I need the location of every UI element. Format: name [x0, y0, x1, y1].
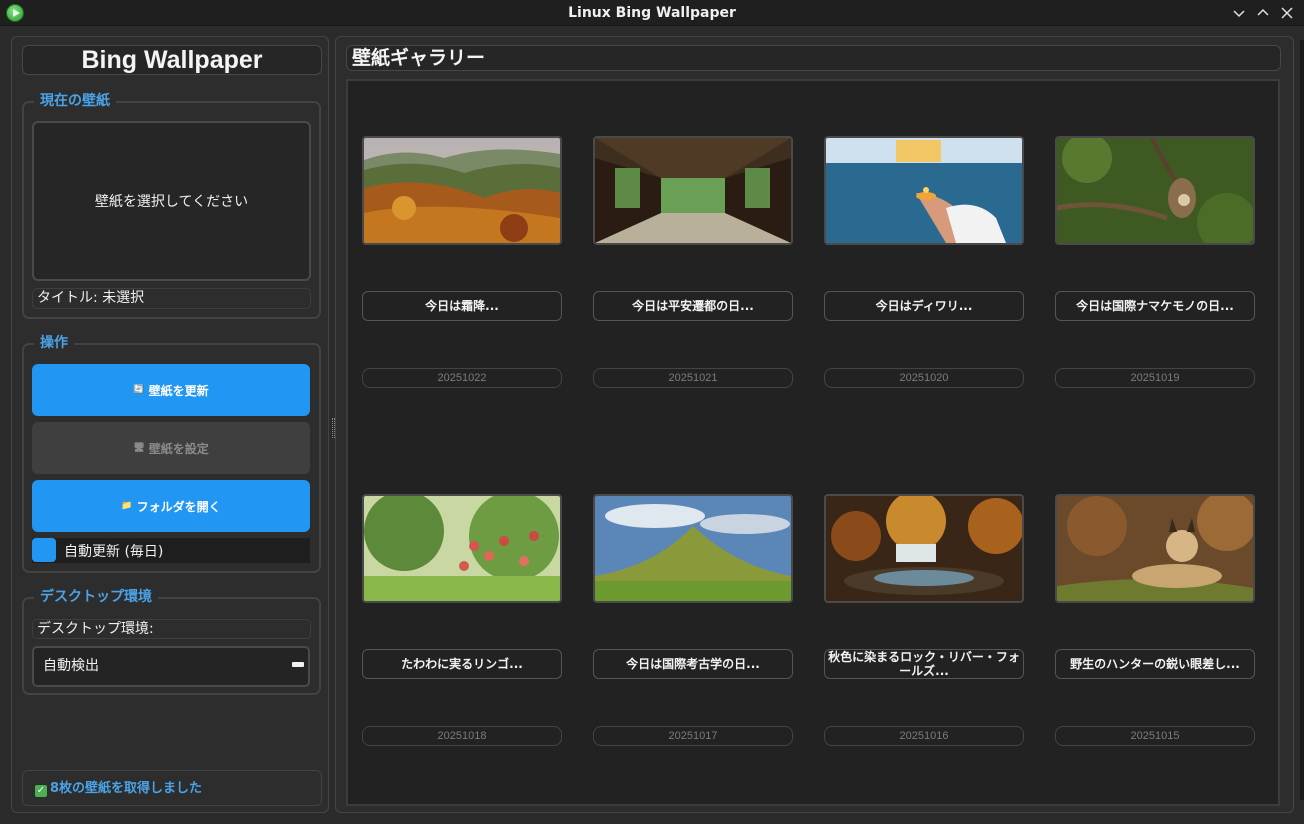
preview-placeholder: 壁紙を選択してください	[94, 194, 249, 210]
wallpaper-title: 秋色に染まるロック・リバー・フォールズ...	[824, 649, 1024, 679]
window-titlebar: Linux Bing Wallpaper	[0, 0, 1304, 26]
wallpaper-date: 20251018	[362, 726, 562, 746]
actions-group: 操作 🔄 壁紙を更新 🖥 壁紙を設定 📁 フォルダを開く 自動更新 (毎日)	[22, 334, 321, 573]
open-folder-label: フォルダを開く	[136, 499, 221, 514]
dropdown-icon	[292, 662, 304, 667]
wallpaper-title: 今日はディワリ...	[824, 291, 1024, 321]
wallpaper-date: 20251019	[1055, 368, 1255, 388]
wallpaper-thumbnail[interactable]	[1055, 136, 1255, 245]
wallpaper-thumbnail[interactable]	[1055, 494, 1255, 603]
wallpaper-date: 20251015	[1055, 726, 1255, 746]
wallpaper-date: 20251021	[593, 368, 793, 388]
check-icon: ✓	[35, 785, 47, 797]
current-title-label: タイトル: 未選択	[32, 288, 311, 309]
wallpaper-title: 今日は国際ナマケモノの日...	[1055, 291, 1255, 321]
desktop-env-group-title: デスクトップ環境	[34, 588, 158, 606]
status-bar: ✓ 8枚の壁紙を取得しました	[22, 770, 322, 806]
refresh-wallpaper-button[interactable]: 🔄 壁紙を更新	[32, 364, 310, 416]
refresh-icon: 🔄	[133, 385, 145, 395]
wallpaper-title: 今日は霜降...	[362, 291, 562, 321]
wallpaper-preview: 壁紙を選択してください	[32, 121, 311, 281]
current-wallpaper-group: 現在の壁紙 壁紙を選択してください タイトル: 未選択	[22, 92, 321, 319]
close-icon[interactable]	[1277, 3, 1297, 23]
chevron-up-icon[interactable]	[1253, 3, 1273, 23]
gallery-heading: 壁紙ギャラリー	[346, 45, 1281, 71]
desktop-env-label: デスクトップ環境:	[32, 619, 311, 639]
refresh-wallpaper-label: 壁紙を更新	[148, 383, 209, 398]
desktop-env-group: デスクトップ環境 デスクトップ環境: 自動検出	[22, 588, 321, 695]
wallpaper-title: 今日は国際考古学の日...	[593, 649, 793, 679]
set-wallpaper-label: 壁紙を設定	[148, 441, 209, 456]
chevron-down-icon[interactable]	[1229, 3, 1249, 23]
sidebar: Bing Wallpaper 現在の壁紙 壁紙を選択してください タイトル: 未…	[11, 36, 329, 813]
auto-update-checkbox[interactable]	[32, 538, 56, 562]
gallery-panel: 壁紙ギャラリー 今日は霜降... 20251022 今日は平安遷都の日... 2…	[335, 36, 1294, 813]
monitor-icon: 🖥	[133, 443, 145, 453]
set-wallpaper-button[interactable]: 🖥 壁紙を設定	[32, 422, 310, 474]
desktop-env-select[interactable]: 自動検出	[32, 646, 310, 687]
actions-group-title: 操作	[34, 334, 74, 352]
wallpaper-thumbnail[interactable]	[593, 494, 793, 603]
folder-icon: 📁	[121, 501, 133, 511]
desktop-env-selected: 自動検出	[43, 658, 99, 674]
app-title: Bing Wallpaper	[22, 45, 322, 75]
wallpaper-thumbnail[interactable]	[824, 136, 1024, 245]
wallpaper-date: 20251020	[824, 368, 1024, 388]
window-edge	[1300, 40, 1304, 800]
wallpaper-thumbnail[interactable]	[362, 136, 562, 245]
wallpaper-date: 20251017	[593, 726, 793, 746]
wallpaper-title: 今日は平安遷都の日...	[593, 291, 793, 321]
gallery-grid: 今日は霜降... 20251022 今日は平安遷都の日... 20251021 …	[346, 79, 1280, 806]
wallpaper-thumbnail[interactable]	[593, 136, 793, 245]
wallpaper-date: 20251022	[362, 368, 562, 388]
wallpaper-thumbnail[interactable]	[824, 494, 1024, 603]
status-text: 8枚の壁紙を取得しました	[50, 781, 203, 796]
current-wallpaper-group-title: 現在の壁紙	[34, 92, 116, 110]
wallpaper-title: 野生のハンターの鋭い眼差し...	[1055, 649, 1255, 679]
auto-update-checkbox-row[interactable]: 自動更新 (毎日)	[32, 538, 310, 563]
wallpaper-title: たわわに実るリンゴ...	[362, 649, 562, 679]
open-folder-button[interactable]: 📁 フォルダを開く	[32, 480, 310, 532]
wallpaper-thumbnail[interactable]	[362, 494, 562, 603]
main-area: Bing Wallpaper 現在の壁紙 壁紙を選択してください タイトル: 未…	[8, 33, 1296, 817]
auto-update-label: 自動更新 (毎日)	[64, 544, 164, 560]
window-title: Linux Bing Wallpaper	[568, 5, 736, 21]
wallpaper-date: 20251016	[824, 726, 1024, 746]
